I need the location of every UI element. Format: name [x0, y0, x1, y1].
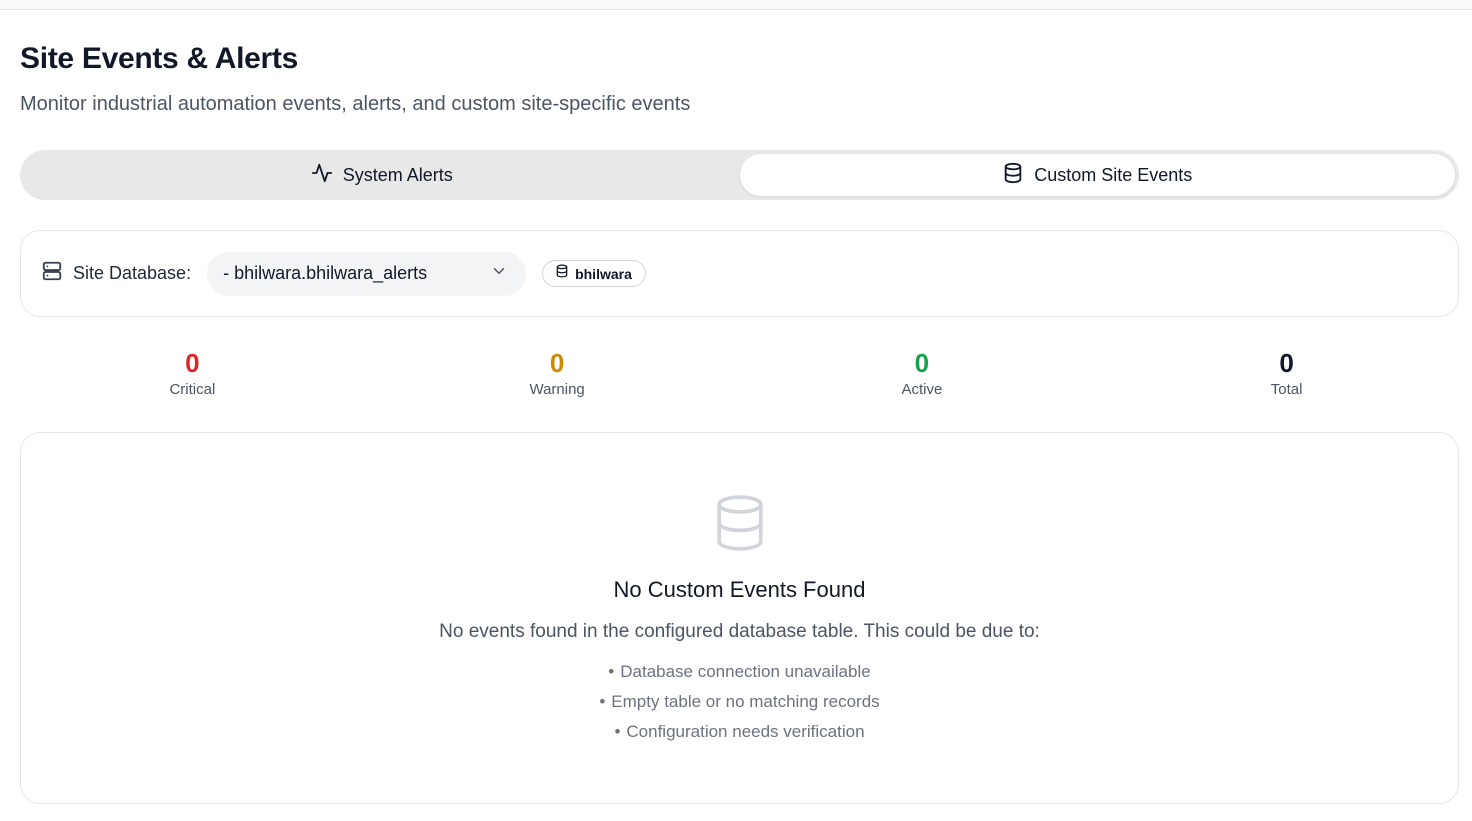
- stats-row: 0 Critical 0 Warning 0 Active 0 Total: [10, 346, 1469, 406]
- empty-state-title: No Custom Events Found: [613, 577, 866, 602]
- stat-critical-label: Critical: [169, 381, 216, 398]
- tab-custom-site-events-label: Custom Site Events: [1034, 164, 1193, 185]
- database-icon: [1002, 162, 1024, 189]
- tab-custom-site-events[interactable]: Custom Site Events: [739, 154, 1455, 196]
- tab-system-alerts[interactable]: System Alerts: [24, 154, 740, 196]
- stat-active: 0 Active: [740, 346, 1105, 406]
- stat-warning-value: 0: [549, 348, 565, 378]
- page-title: Site Events & Alerts: [20, 42, 298, 75]
- site-database-label: Site Database:: [73, 263, 192, 283]
- empty-state-reasons: Database connection unavailable Empty ta…: [599, 657, 879, 747]
- empty-state-description: No events found in the configured databa…: [439, 621, 1040, 642]
- database-badge-label: bhilwara: [575, 265, 632, 282]
- chevron-down-icon: [490, 262, 508, 285]
- stat-total: 0 Total: [1104, 346, 1469, 406]
- stat-warning-label: Warning: [529, 381, 585, 398]
- stat-critical-value: 0: [185, 348, 200, 378]
- stat-active-label: Active: [901, 381, 943, 398]
- activity-icon: [311, 162, 333, 189]
- tab-list: System Alerts Custom Site Events: [20, 150, 1459, 200]
- database-icon: [712, 493, 768, 553]
- server-icon: [41, 260, 63, 287]
- tab-system-alerts-label: System Alerts: [342, 164, 453, 185]
- stat-total-value: 0: [1279, 348, 1294, 378]
- stat-active-value: 0: [914, 348, 930, 378]
- list-item: Configuration needs verification: [599, 717, 879, 747]
- site-database-label-group: Site Database:: [41, 260, 191, 287]
- stat-critical: 0 Critical: [10, 346, 375, 406]
- top-bar: [0, 0, 1472, 10]
- database-icon: [555, 264, 569, 283]
- site-database-select[interactable]: - bhilwara.bhilwara_alerts: [207, 251, 527, 296]
- database-badge: bhilwara: [542, 260, 646, 287]
- site-database-select-value: - bhilwara.bhilwara_alerts: [223, 263, 428, 283]
- list-item: Database connection unavailable: [599, 657, 879, 687]
- stat-warning: 0 Warning: [375, 346, 740, 406]
- list-item: Empty table or no matching records: [599, 687, 879, 717]
- stat-total-label: Total: [1270, 381, 1303, 398]
- page-subtitle: Monitor industrial automation events, al…: [20, 93, 691, 115]
- site-database-card: Site Database: - bhilwara.bhilwara_alert…: [20, 230, 1459, 317]
- empty-state-card: No Custom Events Found No events found i…: [20, 432, 1459, 804]
